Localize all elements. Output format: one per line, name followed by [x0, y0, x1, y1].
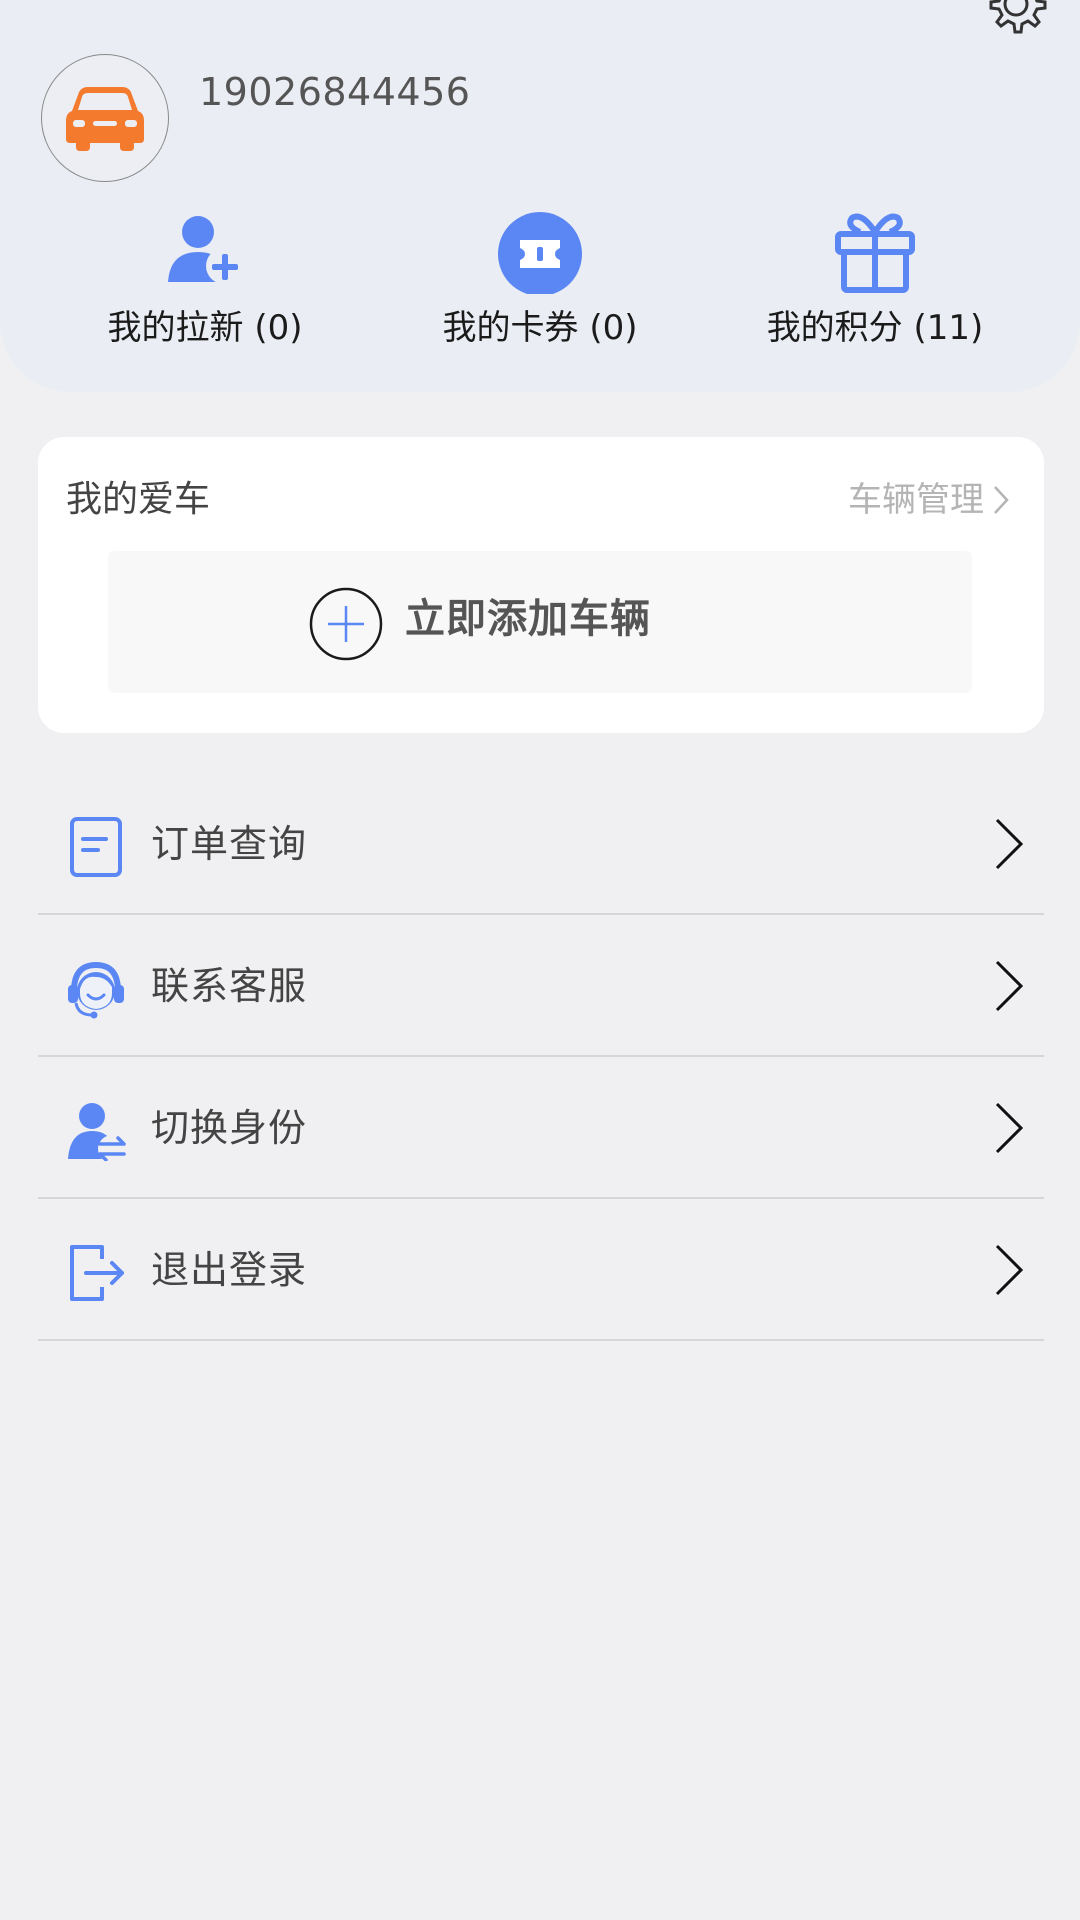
menu-label: 订单查询	[151, 822, 308, 866]
my-car-title: 我的爱车	[66, 479, 211, 520]
chevron-right-icon	[994, 486, 1009, 514]
chevron-right-icon	[995, 818, 1024, 870]
menu-item-order-query[interactable]: 订单查询	[38, 773, 1044, 915]
gift-icon	[835, 213, 915, 293]
settings-menu: 订单查询 联系客服 切换身份 退出登录	[38, 773, 1044, 1341]
menu-label: 联系客服	[151, 964, 308, 1008]
vehicle-management-link[interactable]: 车辆管理	[848, 477, 1010, 523]
avatar[interactable]	[41, 54, 169, 182]
vehicle-management-label: 车辆管理	[848, 480, 984, 520]
menu-item-logout[interactable]: 退出登录	[38, 1199, 1044, 1341]
order-document-icon	[70, 817, 122, 877]
menu-item-switch-identity[interactable]: 切换身份	[38, 1057, 1044, 1199]
my-points-label: 我的积分 (11)	[766, 308, 984, 348]
my-referrals-label: 我的拉新 (0)	[107, 308, 303, 348]
ticket-icon	[498, 212, 582, 296]
chevron-right-icon	[995, 1102, 1024, 1154]
menu-item-customer-service[interactable]: 联系客服	[38, 915, 1044, 1057]
add-vehicle-button[interactable]: 立即添加车辆	[108, 551, 972, 693]
profile-header: 19026844456 我的拉新 (0) 我的卡券 (0) 我的积分 (11)	[0, 0, 1080, 392]
plus-circle-icon	[309, 587, 383, 661]
my-car-card: 我的爱车 车辆管理 立即添加车辆	[38, 437, 1044, 733]
logout-icon	[70, 1245, 124, 1301]
settings-gear-icon[interactable]	[984, 0, 1048, 36]
add-vehicle-label: 立即添加车辆	[405, 596, 651, 642]
menu-label: 退出登录	[151, 1248, 308, 1292]
add-user-icon	[168, 216, 242, 284]
chevron-right-icon	[995, 1244, 1024, 1296]
chevron-right-icon	[995, 960, 1024, 1012]
my-points-button[interactable]: 我的积分 (11)	[745, 210, 1005, 350]
my-coupons-label: 我的卡券 (0)	[442, 308, 638, 348]
my-coupons-button[interactable]: 我的卡券 (0)	[410, 210, 670, 350]
car-avatar-icon	[66, 87, 144, 151]
my-referrals-button[interactable]: 我的拉新 (0)	[75, 210, 335, 350]
customer-service-icon	[68, 961, 124, 1019]
phone-number: 19026844456	[199, 70, 471, 114]
menu-label: 切换身份	[151, 1106, 308, 1150]
switch-identity-icon	[68, 1103, 126, 1161]
